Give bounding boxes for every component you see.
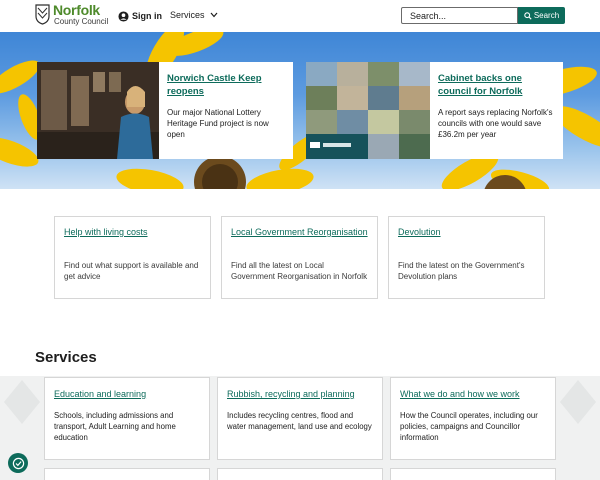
search-button-label: Search	[533, 11, 560, 20]
services-heading: Services	[35, 349, 97, 366]
service-card-description: Includes recycling centres, flood and wa…	[227, 411, 372, 431]
search-input[interactable]	[401, 7, 518, 24]
hero-card-title[interactable]: Cabinet backs one council for Norfolk	[438, 72, 555, 98]
logo-subtitle: County Council	[54, 17, 109, 26]
services-menu-label: Services	[170, 10, 205, 20]
promo-card-reorganisation[interactable]: Local Government Reorganisation Find all…	[221, 216, 378, 299]
service-card-what-we-do[interactable]: What we do and how we work How the Counc…	[390, 377, 556, 460]
service-card-description: How the Council operates, including our …	[400, 411, 538, 442]
hero-card-title[interactable]: Norwich Castle Keep reopens	[167, 72, 284, 98]
promo-card-devolution[interactable]: Devolution Find the latest on the Govern…	[388, 216, 545, 299]
hero-card-castle-keep[interactable]: Norwich Castle Keep reopens Our major Na…	[37, 62, 293, 159]
service-card-title[interactable]: Rubbish, recycling and planning	[227, 388, 373, 400]
service-card-title[interactable]: What we do and how we work	[400, 388, 546, 400]
service-card-partial[interactable]	[390, 468, 556, 480]
castle-keep-photo	[37, 62, 159, 159]
search-icon	[524, 11, 532, 20]
norfolk-logo[interactable]: Norfolk County Council	[35, 2, 110, 28]
service-card-partial[interactable]	[217, 468, 383, 480]
service-card-title[interactable]: Education and learning	[54, 388, 200, 400]
service-card-description: Schools, including admissions and transp…	[54, 411, 176, 442]
cookie-preferences-icon	[12, 457, 24, 469]
promo-card-description: Find all the latest on Local Government …	[231, 261, 368, 281]
site-header: Norfolk County Council Sign in Services …	[0, 0, 600, 32]
hero-card-description: Our major National Lottery Heritage Fund…	[167, 108, 269, 139]
promo-card-description: Find the latest on the Government's Devo…	[398, 261, 525, 281]
user-icon	[118, 10, 129, 22]
services-menu-button[interactable]: Services	[170, 10, 218, 20]
hero-card-one-council[interactable]: Cabinet backs one council for Norfolk A …	[306, 62, 563, 159]
hero-banner: Norwich Castle Keep reopens Our major Na…	[0, 32, 600, 189]
hero-card-description: A report says replacing Norfolk's counci…	[438, 108, 553, 139]
sign-in-label: Sign in	[132, 11, 162, 21]
promo-card-title[interactable]: Local Government Reorganisation	[231, 226, 368, 238]
service-card-rubbish[interactable]: Rubbish, recycling and planning Includes…	[217, 377, 383, 460]
service-card-education[interactable]: Education and learning Schools, includin…	[44, 377, 210, 460]
promo-card-title[interactable]: Help with living costs	[64, 226, 201, 238]
service-card-partial[interactable]	[44, 468, 210, 480]
chevron-down-icon	[210, 12, 217, 18]
promo-card-living-costs[interactable]: Help with living costs Find out what sup…	[54, 216, 211, 299]
sign-in-link[interactable]: Sign in	[118, 9, 162, 23]
logo-name: Norfolk	[53, 2, 100, 18]
search-button[interactable]: Search	[518, 7, 565, 24]
cookie-settings-button[interactable]	[8, 453, 28, 473]
promo-card-title[interactable]: Devolution	[398, 226, 535, 238]
norfolk-collage-photo	[306, 62, 430, 159]
crest-icon	[35, 4, 50, 25]
promo-card-description: Find out what support is available and g…	[64, 261, 199, 281]
